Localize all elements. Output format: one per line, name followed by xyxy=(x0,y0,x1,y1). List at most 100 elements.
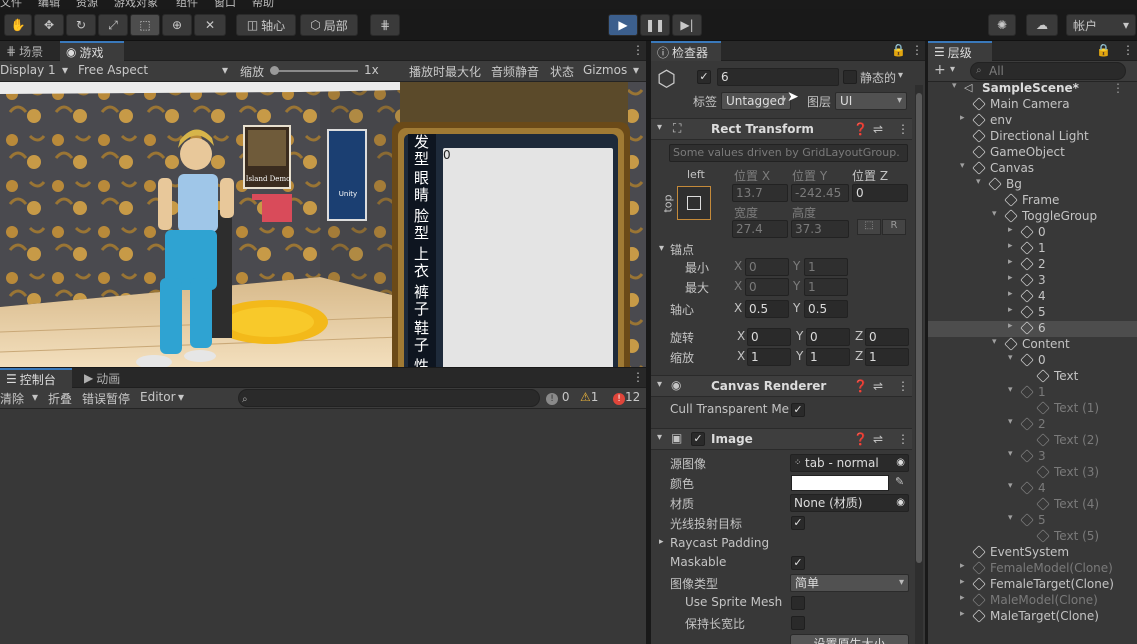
chevron-right-icon[interactable]: ▸ xyxy=(1008,305,1013,315)
pivot-x-field[interactable]: 0.5 xyxy=(745,300,789,318)
image-enabled-checkbox[interactable]: ✓ xyxy=(691,432,705,446)
play-button[interactable]: ▶ xyxy=(608,14,638,36)
scale-slider[interactable] xyxy=(272,70,358,72)
hierarchy-item[interactable]: ▸ FemaleModel(Clone) xyxy=(928,561,1137,577)
chevron-right-icon[interactable]: ▸ xyxy=(659,537,664,547)
eyedropper-icon[interactable]: ✎ xyxy=(895,475,904,488)
local-toggle-button[interactable]: ⬡ 局部 xyxy=(300,14,358,36)
pivot-y-field[interactable]: 0.5 xyxy=(804,300,848,318)
menu-file[interactable]: 文件 xyxy=(0,0,22,9)
clear-button[interactable]: 清除 xyxy=(0,390,24,407)
chevron-down-icon[interactable]: ▾ xyxy=(898,70,903,81)
menu-window[interactable]: 窗口 xyxy=(214,0,236,9)
hierarchy-item[interactable]: ▸ 4 xyxy=(928,289,1137,305)
help-icon[interactable]: ❓ xyxy=(853,122,868,136)
chevron-down-icon[interactable]: ▾ xyxy=(659,243,664,254)
error-count-toggle[interactable]: ! 12 xyxy=(613,390,640,405)
chevron-down-icon[interactable]: ▾ xyxy=(32,390,38,404)
material-field[interactable]: None (材质) ◉ xyxy=(790,494,909,512)
more-options-icon[interactable]: ⋮ xyxy=(632,43,644,57)
tab-hierarchy[interactable]: ☰ 层级 xyxy=(928,41,992,61)
hierarchy-item[interactable]: Text (4) xyxy=(928,497,1137,513)
object-picker-icon[interactable]: ◉ xyxy=(896,495,905,511)
chevron-down-icon[interactable]: ▾ xyxy=(960,161,965,171)
rect-tool-icon[interactable]: ⬚ xyxy=(130,14,160,36)
info-count-toggle[interactable]: ! 0 xyxy=(546,390,569,405)
tab-game[interactable]: ◉ 游戏 xyxy=(60,41,124,61)
anchor-presets-button[interactable] xyxy=(677,186,711,220)
inspector-scrollbar-thumb[interactable] xyxy=(916,93,922,563)
stats-toggle[interactable]: 状态 xyxy=(550,63,574,80)
gizmos-toggle[interactable]: Gizmos xyxy=(583,63,627,77)
game-view[interactable]: Island Demo Unity 发型 眼睛 脸型 上衣 裤子 鞋子 性别 0 xyxy=(0,82,646,367)
custom-tool-icon[interactable]: ✕ xyxy=(194,14,226,36)
hierarchy-item[interactable]: ▾ 4 xyxy=(928,481,1137,497)
help-icon[interactable]: ❓ xyxy=(853,379,868,393)
category-tab-top[interactable]: 上衣 xyxy=(414,246,430,280)
hierarchy-item[interactable]: ▾ ◁ SampleScene* ⋮ xyxy=(928,81,1137,97)
hierarchy-search-input[interactable]: ⌕ All xyxy=(970,62,1126,80)
scale-slider-handle[interactable] xyxy=(270,66,279,75)
rotate-tool-icon[interactable]: ↻ xyxy=(66,14,96,36)
hierarchy-item[interactable]: Directional Light xyxy=(928,129,1137,145)
chevron-down-icon[interactable]: ▾ xyxy=(950,64,955,75)
mute-audio-toggle[interactable]: 音频静音 xyxy=(491,63,539,80)
chevron-right-icon[interactable]: ▸ xyxy=(960,577,965,587)
raycast-target-checkbox[interactable]: ✓ xyxy=(791,516,805,530)
use-sprite-mesh-checkbox[interactable] xyxy=(791,596,805,610)
help-icon[interactable]: ❓ xyxy=(853,432,868,446)
hierarchy-item[interactable]: ▾ 1 xyxy=(928,385,1137,401)
chevron-down-icon[interactable]: ▾ xyxy=(992,209,997,219)
layer-dropdown[interactable]: UI xyxy=(835,92,907,110)
aspect-dropdown[interactable]: Free Aspect ▾ xyxy=(78,63,232,77)
chevron-down-icon[interactable]: ▾ xyxy=(1008,385,1013,395)
image-header[interactable]: ▾ ▣ ✓ Image ❓ ⇌ ⋮ xyxy=(651,428,912,450)
chevron-right-icon[interactable]: ▸ xyxy=(1008,257,1013,267)
hand-tool-icon[interactable]: ✋ xyxy=(4,14,32,36)
category-tab-shoes[interactable]: 鞋子 xyxy=(414,320,430,354)
hierarchy-item[interactable]: Text xyxy=(928,369,1137,385)
scale-y-field[interactable]: 1 xyxy=(806,348,850,366)
source-image-field[interactable]: ⁘ tab - normal ◉ xyxy=(790,454,909,472)
lock-icon[interactable]: 🔒 xyxy=(1096,43,1111,57)
category-tab-pants[interactable]: 裤子 xyxy=(414,284,430,318)
presets-icon[interactable]: ⇌ xyxy=(873,122,883,136)
raw-edit-button[interactable]: R xyxy=(882,219,906,235)
hierarchy-item[interactable]: ▸ 1 xyxy=(928,241,1137,257)
tab-inspector[interactable]: ⓘ 检查器 xyxy=(651,41,721,61)
menu-help[interactable]: 帮助 xyxy=(252,0,274,9)
hierarchy-item[interactable]: ▸ 6 xyxy=(928,321,1137,337)
rot-z-field[interactable]: 0 xyxy=(865,328,909,346)
maskable-checkbox[interactable]: ✓ xyxy=(791,556,805,570)
hierarchy-item[interactable]: ▾ 2 xyxy=(928,417,1137,433)
console-log-area[interactable] xyxy=(0,409,646,644)
chevron-down-icon[interactable]: ▾ xyxy=(1008,417,1013,427)
hierarchy-item[interactable]: Text (5) xyxy=(928,529,1137,545)
chevron-right-icon[interactable]: ▸ xyxy=(960,593,965,603)
chevron-down-icon[interactable]: ▾ xyxy=(1008,481,1013,491)
hierarchy-item[interactable]: Text (2) xyxy=(928,433,1137,449)
hierarchy-item[interactable]: ▸ env xyxy=(928,113,1137,129)
chevron-down-icon[interactable]: ▾ xyxy=(976,177,981,187)
menu-gameobject[interactable]: 游戏对象 xyxy=(114,0,158,9)
hierarchy-item[interactable]: ▸ 3 xyxy=(928,273,1137,289)
cull-transparent-checkbox[interactable]: ✓ xyxy=(791,403,805,417)
account-dropdown[interactable]: 帐户 ▾ xyxy=(1066,14,1136,36)
chevron-right-icon[interactable]: ▸ xyxy=(960,609,965,619)
presets-icon[interactable]: ⇌ xyxy=(873,379,883,393)
hierarchy-item[interactable]: ▸ MaleModel(Clone) xyxy=(928,593,1137,609)
tab-animation[interactable]: ▶ 动画 xyxy=(78,368,126,388)
error-pause-toggle[interactable]: 错误暂停 xyxy=(82,390,130,407)
lock-icon[interactable]: 🔒 xyxy=(891,43,906,57)
rot-y-field[interactable]: 0 xyxy=(806,328,850,346)
presets-icon[interactable]: ⇌ xyxy=(873,432,883,446)
hierarchy-item[interactable]: ▾ ToggleGroup xyxy=(928,209,1137,225)
maximize-on-play-toggle[interactable]: 播放时最大化 xyxy=(409,63,481,80)
hierarchy-item[interactable]: ▸ 0 xyxy=(928,225,1137,241)
rot-x-field[interactable]: 0 xyxy=(747,328,791,346)
component-menu-icon[interactable]: ⋮ xyxy=(897,432,909,446)
hierarchy-item[interactable]: Main Camera xyxy=(928,97,1137,113)
hierarchy-item[interactable]: ▸ MaleTarget(Clone) xyxy=(928,609,1137,625)
chevron-down-icon[interactable]: ▾ xyxy=(1008,353,1013,363)
image-type-dropdown[interactable]: 简单 xyxy=(790,574,909,592)
